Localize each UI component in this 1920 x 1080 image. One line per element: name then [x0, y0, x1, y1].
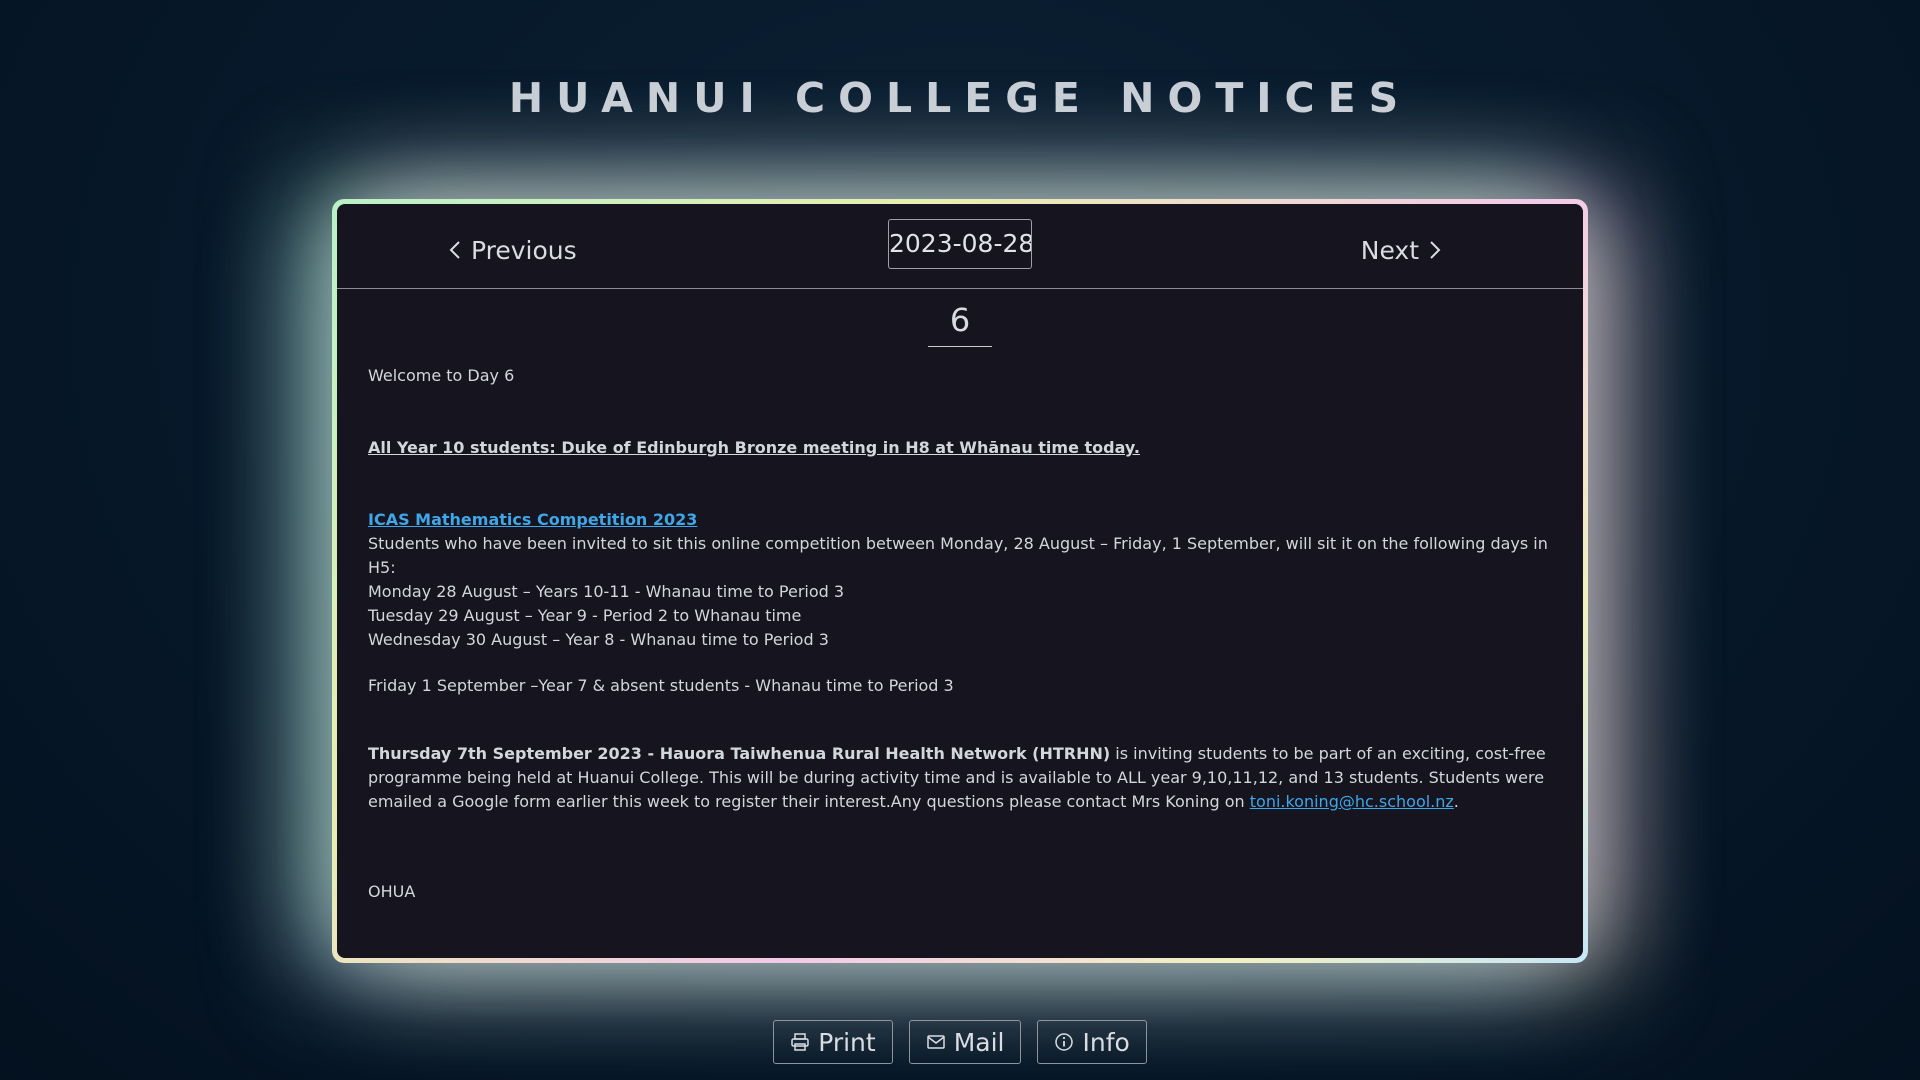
print-button[interactable]: Print	[773, 1020, 893, 1064]
chevron-left-icon	[449, 241, 460, 259]
print-label: Print	[818, 1027, 876, 1057]
icas-schedule-item: Friday 1 September –Year 7 & absent stud…	[368, 676, 954, 695]
contact-email-link[interactable]: toni.koning@hc.school.nz	[1250, 792, 1454, 811]
icas-heading-line: ICAS Mathematics Competition 2023	[368, 508, 1558, 532]
printer-icon	[791, 1033, 809, 1051]
icas-heading-link[interactable]: ICAS Mathematics Competition 2023	[368, 510, 697, 529]
previous-label: Previous	[471, 235, 577, 265]
icas-schedule-item: Wednesday 30 August – Year 8 - Whanau ti…	[368, 630, 829, 649]
welcome-text: Welcome to Day 6	[368, 366, 515, 385]
page-title: HUANUI COLLEGE NOTICES	[508, 74, 1412, 122]
next-label: Next	[1360, 235, 1419, 265]
health-notice-lead: Thursday 7th September 2023 - Hauora Tai…	[368, 744, 1111, 763]
next-button[interactable]: Next	[1355, 225, 1449, 275]
mail-label: Mail	[953, 1027, 1005, 1057]
info-label: Info	[1082, 1027, 1130, 1057]
chevron-right-icon	[1430, 241, 1441, 259]
day-number: 6	[928, 300, 992, 347]
date-navigation-bar: Previous Next	[337, 204, 1583, 289]
notices-card: Previous Next 6 Welcome to Day 6 All Yea…	[337, 204, 1583, 958]
previous-button[interactable]: Previous	[441, 225, 583, 275]
year10-notice: All Year 10 students: Duke of Edinburgh …	[368, 438, 1140, 457]
mail-button[interactable]: Mail	[908, 1020, 1022, 1064]
info-button[interactable]: Info	[1037, 1020, 1147, 1064]
info-circle-icon	[1055, 1033, 1074, 1051]
icas-schedule-item: Tuesday 29 August – Year 9 - Period 2 to…	[368, 606, 802, 625]
signoff-text: OHUA	[368, 882, 416, 901]
date-input[interactable]	[888, 219, 1032, 269]
footer-actions: Print Mail Info	[0, 1020, 1920, 1064]
notices-content: Welcome to Day 6 All Year 10 students: D…	[368, 364, 1558, 904]
icas-schedule-item: Monday 28 August – Years 10-11 - Whanau …	[368, 582, 845, 601]
health-network-notice: Thursday 7th September 2023 - Hauora Tai…	[368, 742, 1558, 814]
health-notice-trailing: .	[1453, 792, 1459, 811]
icas-intro: Students who have been invited to sit th…	[368, 534, 1548, 577]
envelope-icon	[926, 1035, 945, 1049]
